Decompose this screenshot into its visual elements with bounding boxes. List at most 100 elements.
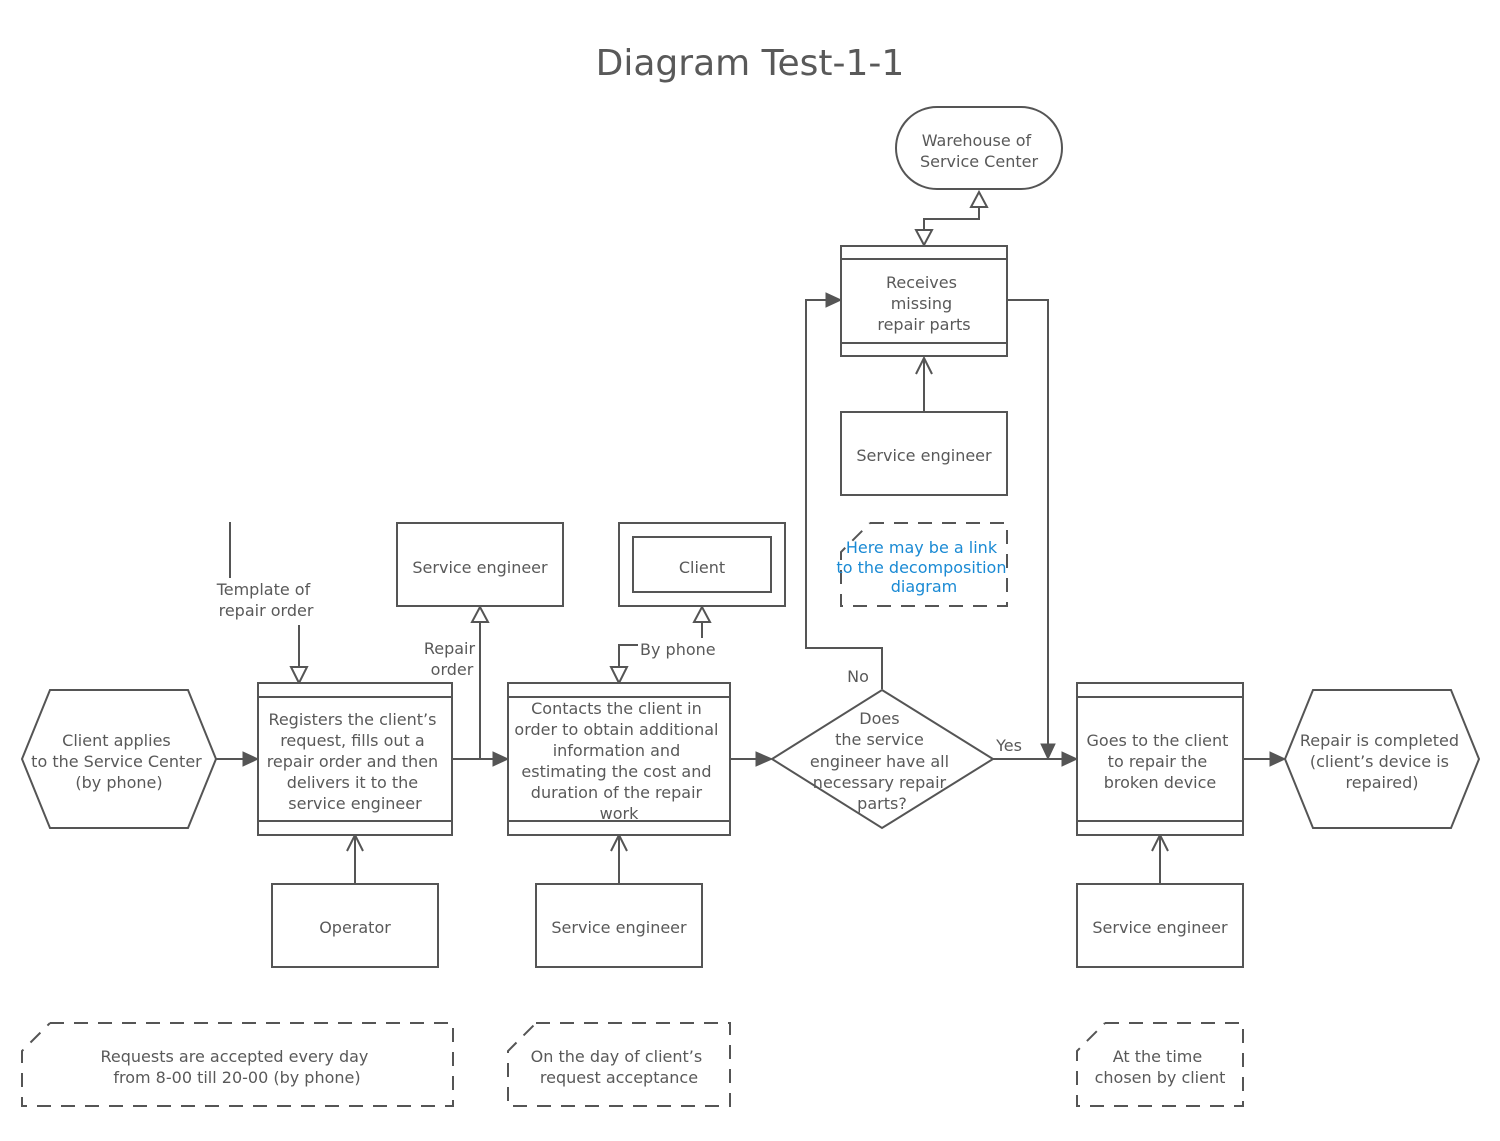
open-arrow-up-icon <box>470 604 490 623</box>
operator-node[interactable]: Operator <box>271 883 439 968</box>
goes-to-client-node[interactable]: Goes to the client to repair the broken … <box>1076 682 1244 836</box>
arrow-right-icon <box>492 751 510 767</box>
engineer-top-node[interactable]: Service engineer <box>840 411 1008 496</box>
diagram-canvas: Diagram Test-1-1 Warehouse of Service Ce… <box>20 43 1481 1107</box>
svg-text:On the day of client’s r: On the day of client’s request acceptanc… <box>531 1047 708 1087</box>
label-line: Repair <box>424 639 476 658</box>
engineer-repair-node[interactable]: Service engineer <box>396 522 564 607</box>
client-applies-node[interactable]: Client applies to the Service Center (by… <box>20 689 218 829</box>
registers-node[interactable]: Registers the client’s request, fills ou… <box>257 682 453 836</box>
svg-text:Client: Client <box>679 558 725 577</box>
node-label: duration of the repair <box>531 783 703 802</box>
svg-text:Registers the client’s r: Registers the client’s request, fills ou… <box>267 710 444 813</box>
open-arrow-down-icon <box>914 229 934 248</box>
engineer-contacts-node[interactable]: Service engineer <box>535 883 703 968</box>
note-time[interactable]: At the time chosen by client <box>1076 1022 1244 1107</box>
node-label: Client <box>679 558 725 577</box>
note-requests[interactable]: Requests are accepted every day from 8-0… <box>21 1022 454 1107</box>
node-label: information and <box>553 741 681 760</box>
open-arrow-down-icon <box>609 666 629 686</box>
node-label: Goes to the client <box>1087 731 1229 750</box>
node-label: missing <box>891 294 952 313</box>
node-label: delivers it to the <box>287 773 418 792</box>
note-text: Requests are accepted every day <box>101 1047 369 1066</box>
engineer-goes-node[interactable]: Service engineer <box>1076 883 1244 968</box>
client-node[interactable]: Client <box>618 522 786 607</box>
decomposition-note[interactable]: Here may be a link to the decomposition … <box>836 522 1011 607</box>
label-line: repair order <box>219 601 314 620</box>
node-label: work <box>600 804 639 823</box>
repair-order-label: Repair order <box>424 639 480 679</box>
node-label: Service engineer <box>412 558 548 577</box>
node-label: Operator <box>319 918 391 937</box>
yes-label: Yes <box>995 736 1022 755</box>
node-label: to repair the <box>1108 752 1208 771</box>
label-line: order <box>431 660 474 679</box>
open-arrow-up-icon <box>969 189 989 208</box>
svg-text:Service engineer: Service engineer <box>412 558 548 577</box>
node-label: the service <box>835 730 924 749</box>
no-label: No <box>847 667 869 686</box>
node-label: Does <box>859 709 899 728</box>
connector-receives-goes <box>1007 299 1049 745</box>
arrow-right-icon <box>825 292 843 308</box>
node-label: Service engineer <box>1092 918 1228 937</box>
node-label: to the Service Center <box>31 752 202 771</box>
svg-text:Receives missing r: Receives missing repair parts <box>877 273 970 334</box>
note-text: request acceptance <box>540 1068 698 1087</box>
node-label: order to obtain additional <box>514 720 718 739</box>
arrow-down-icon <box>1040 743 1056 761</box>
warehouse-node[interactable]: Warehouse of Service Center <box>895 106 1063 190</box>
open-arrow-up-icon <box>692 604 712 623</box>
arrow-right-icon <box>1269 751 1287 767</box>
node-label: parts? <box>857 794 907 813</box>
node-label: Client applies <box>62 731 171 750</box>
node-label: (client’s device is <box>1310 752 1449 771</box>
template-label: Template of repair order <box>216 580 316 620</box>
node-label: Service Center <box>920 152 1038 171</box>
node-label: repair parts <box>877 315 970 334</box>
node-label: engineer have all <box>810 752 949 771</box>
node-label: Receives <box>886 273 957 292</box>
note-text: chosen by client <box>1095 1068 1226 1087</box>
node-label: estimating the cost and <box>521 762 711 781</box>
repair-completed-node[interactable]: Repair is completed (client’s device is … <box>1283 689 1481 829</box>
label-line: Template of <box>216 580 311 599</box>
node-label: necessary repair <box>813 773 947 792</box>
arrow-right-icon <box>242 751 260 767</box>
node-label: Warehouse of <box>922 131 1032 150</box>
svg-text:Operator: Operator <box>319 918 391 937</box>
arrow-right-icon <box>1061 751 1079 767</box>
svg-text:Service engineer: Service engineer <box>856 446 992 465</box>
decomposition-link[interactable]: diagram <box>891 577 958 596</box>
node-label: service engineer <box>288 794 422 813</box>
receives-parts-node[interactable]: Receives missing repair parts <box>840 245 1008 357</box>
svg-text:Service engineer: Service engineer <box>1092 918 1228 937</box>
note-text: from 8-00 till 20-00 (by phone) <box>113 1068 360 1087</box>
diagram-title: Diagram Test-1-1 <box>596 43 905 84</box>
note-text: At the time <box>1113 1047 1203 1066</box>
node-label: (by phone) <box>75 773 162 792</box>
decomposition-link[interactable]: Here may be a link <box>846 538 998 557</box>
node-label: repair order and then <box>267 752 438 771</box>
note-day[interactable]: On the day of client’s request acceptanc… <box>507 1022 731 1107</box>
node-label: Service engineer <box>856 446 992 465</box>
svg-text:Goes to the client to re: Goes to the client to repair the broken … <box>1087 731 1234 792</box>
decomposition-link[interactable]: to the decomposition <box>836 558 1006 577</box>
arrow-right-icon <box>755 751 774 767</box>
decision-node[interactable]: Does the service engineer have all neces… <box>770 688 995 830</box>
svg-text:Requests are accepted every da: Requests are accepted every day from 8-0… <box>101 1047 374 1087</box>
open-arrow-down-icon <box>289 666 309 686</box>
connector-by-phone <box>618 644 638 668</box>
svg-text:Here may be a link to th: Here may be a link to the decomposition … <box>836 538 1011 596</box>
node-label: Repair is completed <box>1300 731 1459 750</box>
contacts-node[interactable]: Contacts the client in order to obtain a… <box>507 682 731 836</box>
by-phone-label: By phone <box>640 640 716 659</box>
connector-warehouse-receives <box>923 207 980 232</box>
node-label: broken device <box>1104 773 1217 792</box>
note-text: On the day of client’s <box>531 1047 703 1066</box>
svg-text:At the time chosen by cl: At the time chosen by client <box>1095 1047 1226 1087</box>
node-label: Service engineer <box>551 918 687 937</box>
node-label: Contacts the client in <box>531 699 702 718</box>
node-label: Registers the client’s <box>268 710 436 729</box>
